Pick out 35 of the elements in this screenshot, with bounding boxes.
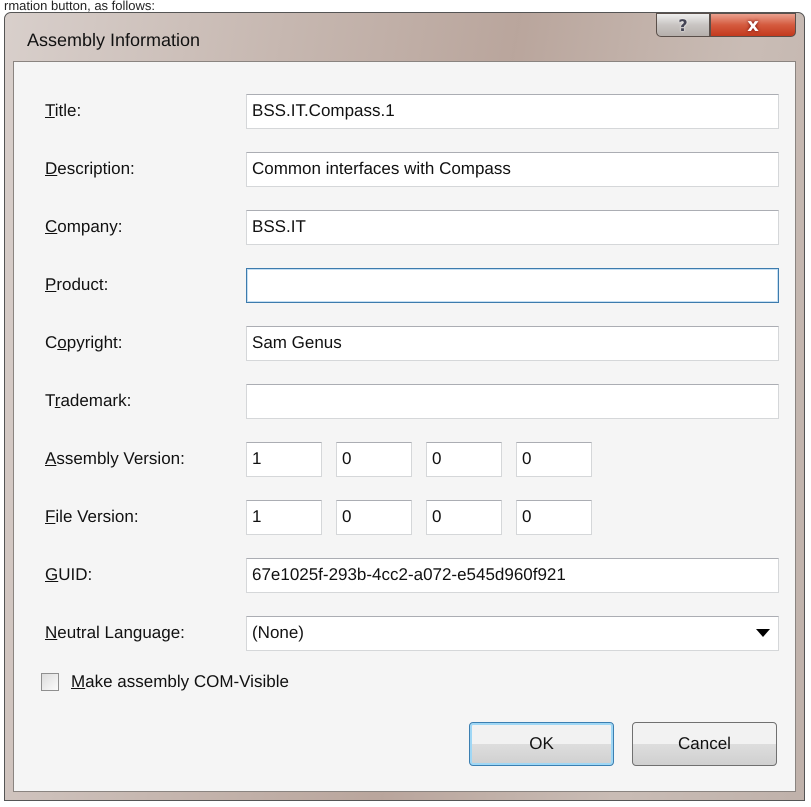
field-label: Description: (45, 159, 136, 179)
version-field[interactable]: 0 (516, 442, 592, 476)
text-field[interactable] (246, 268, 779, 302)
version-field[interactable]: 0 (336, 442, 412, 476)
field-label: File Version: (45, 507, 140, 527)
dropdown[interactable]: (None) (246, 616, 779, 650)
help-button[interactable]: ? (656, 13, 710, 37)
caption-text: rmation button, as follows: (3, 0, 156, 12)
cancel-button[interactable]: Cancel (632, 722, 777, 766)
version-field[interactable]: 0 (336, 500, 412, 534)
version-field[interactable]: 1 (246, 442, 322, 476)
version-field[interactable]: 0 (426, 500, 502, 534)
text-field[interactable]: BSS.IT (246, 210, 779, 244)
field-label: GUID: (45, 565, 94, 585)
close-button[interactable]: x (710, 13, 796, 37)
field-label: Product: (45, 275, 110, 295)
text-field[interactable]: Common interfaces with Compass (246, 152, 779, 186)
caret-icon (756, 629, 770, 637)
checkbox-label[interactable]: Make assembly COM-Visible (71, 672, 289, 692)
version-field[interactable]: 1 (246, 500, 322, 534)
text-field[interactable]: 67e1025f-293b-4cc2-a072-e545d960f921 (246, 558, 779, 592)
version-field[interactable]: 0 (516, 500, 592, 534)
field-label: Title: (45, 101, 82, 121)
text-field[interactable]: Sam Genus (246, 326, 779, 360)
text-field[interactable]: BSS.IT.Compass.1 (246, 94, 779, 128)
ok-button[interactable]: OK (469, 722, 614, 766)
field-label: Neutral Language: (45, 623, 186, 643)
field-label: Copyright: (45, 333, 124, 353)
field-label: Assembly Version: (45, 449, 186, 469)
text-field[interactable] (246, 384, 779, 418)
field-label: Trademark: (45, 391, 132, 411)
version-field[interactable]: 0 (426, 442, 502, 476)
window-title: Assembly Information (26, 28, 200, 50)
field-label: Company: (45, 217, 124, 237)
checkbox[interactable] (41, 673, 59, 691)
